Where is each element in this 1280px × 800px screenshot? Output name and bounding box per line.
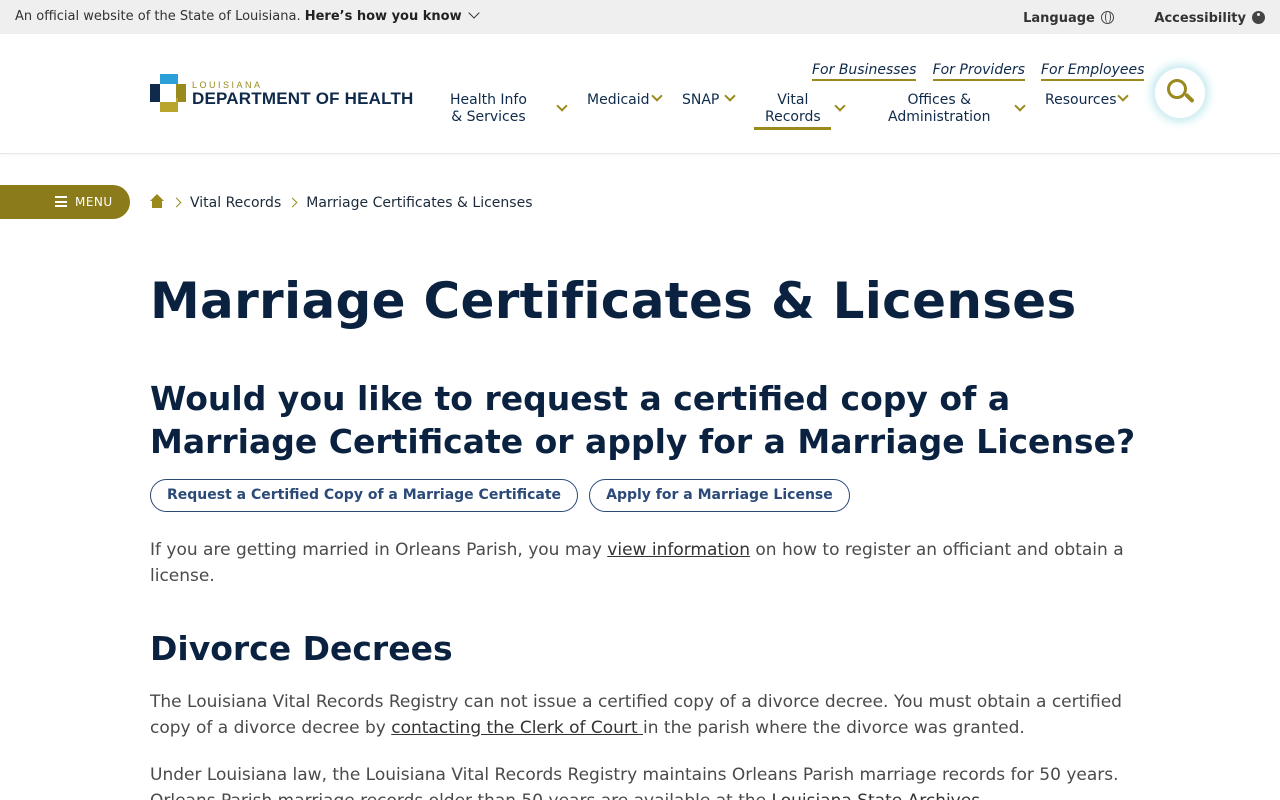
site-header: LOUISIANA DEPARTMENT OF HEALTH For Busin… — [0, 34, 1280, 154]
menu-button[interactable]: MENU — [0, 185, 130, 219]
for-employees-link[interactable]: For Employees — [1040, 62, 1145, 81]
language-button[interactable]: Language — [1005, 11, 1114, 26]
view-information-link[interactable]: view information — [607, 540, 750, 560]
nav-vital-records[interactable]: Vital Records — [765, 92, 821, 126]
chevron-down-icon[interactable] — [651, 90, 663, 102]
accessibility-icon — [1252, 11, 1265, 24]
audience-links: For Businesses For Providers For Employe… — [812, 59, 1155, 81]
orleans-parish-paragraph: If you are getting married in Orleans Pa… — [150, 540, 1124, 586]
page-title: Marriage Certificates & Licenses — [150, 272, 1077, 330]
nav-active-indicator — [754, 127, 831, 130]
action-buttons: Request a Certified Copy of a Marriage C… — [150, 479, 856, 512]
chevron-right-icon — [171, 197, 182, 208]
official-site-notice: An official website of the State of Loui… — [15, 7, 480, 24]
home-icon[interactable] — [149, 194, 165, 208]
nav-offices-administration[interactable]: Offices & Administration — [888, 92, 990, 126]
for-providers-link[interactable]: For Providers — [932, 62, 1025, 81]
chevron-down-icon[interactable] — [467, 7, 480, 19]
logo-mark-icon — [150, 74, 186, 112]
chevron-down-icon[interactable] — [1014, 100, 1026, 112]
chevron-down-icon[interactable] — [724, 90, 736, 102]
chevron-down-icon[interactable] — [834, 100, 846, 112]
ldh-logo[interactable]: LOUISIANA DEPARTMENT OF HEALTH — [150, 74, 415, 114]
how-you-know-toggle[interactable]: Here’s how you know — [305, 9, 462, 24]
for-businesses-link[interactable]: For Businesses — [812, 62, 917, 81]
chevron-right-icon — [287, 197, 298, 208]
breadcrumb-current: Marriage Certificates & Licenses — [306, 195, 533, 211]
breadcrumb: Vital Records Marriage Certificates & Lic… — [149, 194, 532, 211]
breadcrumb-vital-records[interactable]: Vital Records — [190, 195, 281, 211]
divorce-decrees-heading: Divorce Decrees — [150, 629, 453, 668]
chevron-down-icon[interactable] — [1117, 90, 1129, 102]
apply-license-button[interactable]: Apply for a Marriage License — [589, 479, 850, 512]
gov-banner: An official website of the State of Loui… — [0, 0, 1280, 34]
orleans-records-paragraph: Under Louisiana law, the Louisiana Vital… — [150, 762, 1135, 800]
clerk-of-court-link[interactable]: contacting the Clerk of Court — [391, 718, 643, 738]
nav-resources[interactable]: Resources — [1045, 92, 1117, 109]
logo-dept-text: DEPARTMENT OF HEALTH — [192, 89, 414, 108]
accessibility-button[interactable]: Accessibility — [1136, 11, 1265, 26]
nav-medicaid[interactable]: Medicaid — [587, 92, 650, 109]
state-archives-link[interactable]: Louisiana State Archives — [772, 791, 981, 800]
request-certificate-button[interactable]: Request a Certified Copy of a Marriage C… — [150, 479, 579, 512]
marriage-request-heading: Would you like to request a certified co… — [150, 379, 1136, 461]
globe-icon — [1100, 11, 1114, 24]
nav-health-info[interactable]: Health Info & Services — [450, 92, 527, 126]
divorce-decree-paragraph: The Louisiana Vital Records Registry can… — [150, 692, 1122, 738]
chevron-down-icon[interactable] — [556, 100, 568, 112]
nav-snap[interactable]: SNAP — [682, 92, 719, 109]
hamburger-icon — [55, 196, 67, 207]
search-button[interactable] — [1155, 68, 1205, 118]
